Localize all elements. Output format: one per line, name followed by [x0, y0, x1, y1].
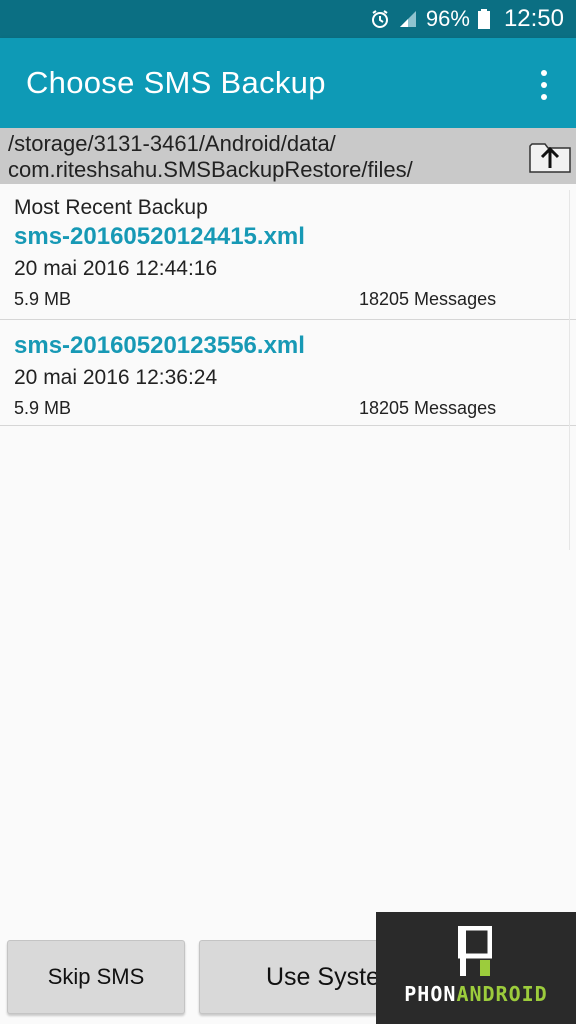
backup-date: 20 mai 2016 12:44:16: [14, 257, 218, 280]
signal-icon: [399, 11, 416, 27]
overflow-menu-icon[interactable]: [534, 70, 554, 100]
backup-filename: sms-20160520124415.xml: [14, 223, 305, 250]
alarm-icon: [371, 10, 388, 28]
backup-message-count: 18205 Messages: [359, 289, 497, 309]
backup-date: 20 mai 2016 12:36:24: [14, 366, 218, 389]
backup-filename: sms-20160520123556.xml: [14, 332, 305, 359]
battery-percent: 96%: [425, 6, 470, 31]
scrollbar[interactable]: [569, 190, 576, 550]
folder-up-icon[interactable]: [528, 138, 572, 174]
list-item[interactable]: Most Recent Backup sms-20160520124415.xm…: [0, 184, 576, 320]
skip-sms-button[interactable]: Skip SMS: [7, 940, 185, 1014]
watermark-text: PHONANDROID: [404, 982, 548, 1006]
clock: 12:50: [503, 5, 564, 32]
backup-size: 5.9 MB: [14, 289, 72, 309]
list-item[interactable]: sms-20160520123556.xml 20 mai 2016 12:36…: [0, 320, 576, 426]
path-line-1: /storage/3131-3461/Android/data/: [8, 131, 336, 156]
backup-list: Most Recent Backup sms-20160520124415.xm…: [0, 184, 576, 426]
phonandroid-logo-icon: [458, 926, 492, 976]
status-bar: 96% 12:50: [0, 0, 576, 38]
app-bar: Choose SMS Backup: [0, 38, 576, 128]
path-bar: /storage/3131-3461/Android/data/ com.rit…: [0, 128, 576, 184]
battery-icon: [477, 9, 490, 29]
backup-message-count: 18205 Messages: [359, 398, 497, 418]
path-line-2: com.riteshsahu.SMSBackupRestore/files/: [8, 157, 413, 182]
backup-size: 5.9 MB: [14, 398, 72, 418]
section-label: Most Recent Backup: [14, 196, 208, 219]
page-title: Choose SMS Backup: [26, 65, 326, 100]
watermark: PHONANDROID: [376, 912, 576, 1024]
